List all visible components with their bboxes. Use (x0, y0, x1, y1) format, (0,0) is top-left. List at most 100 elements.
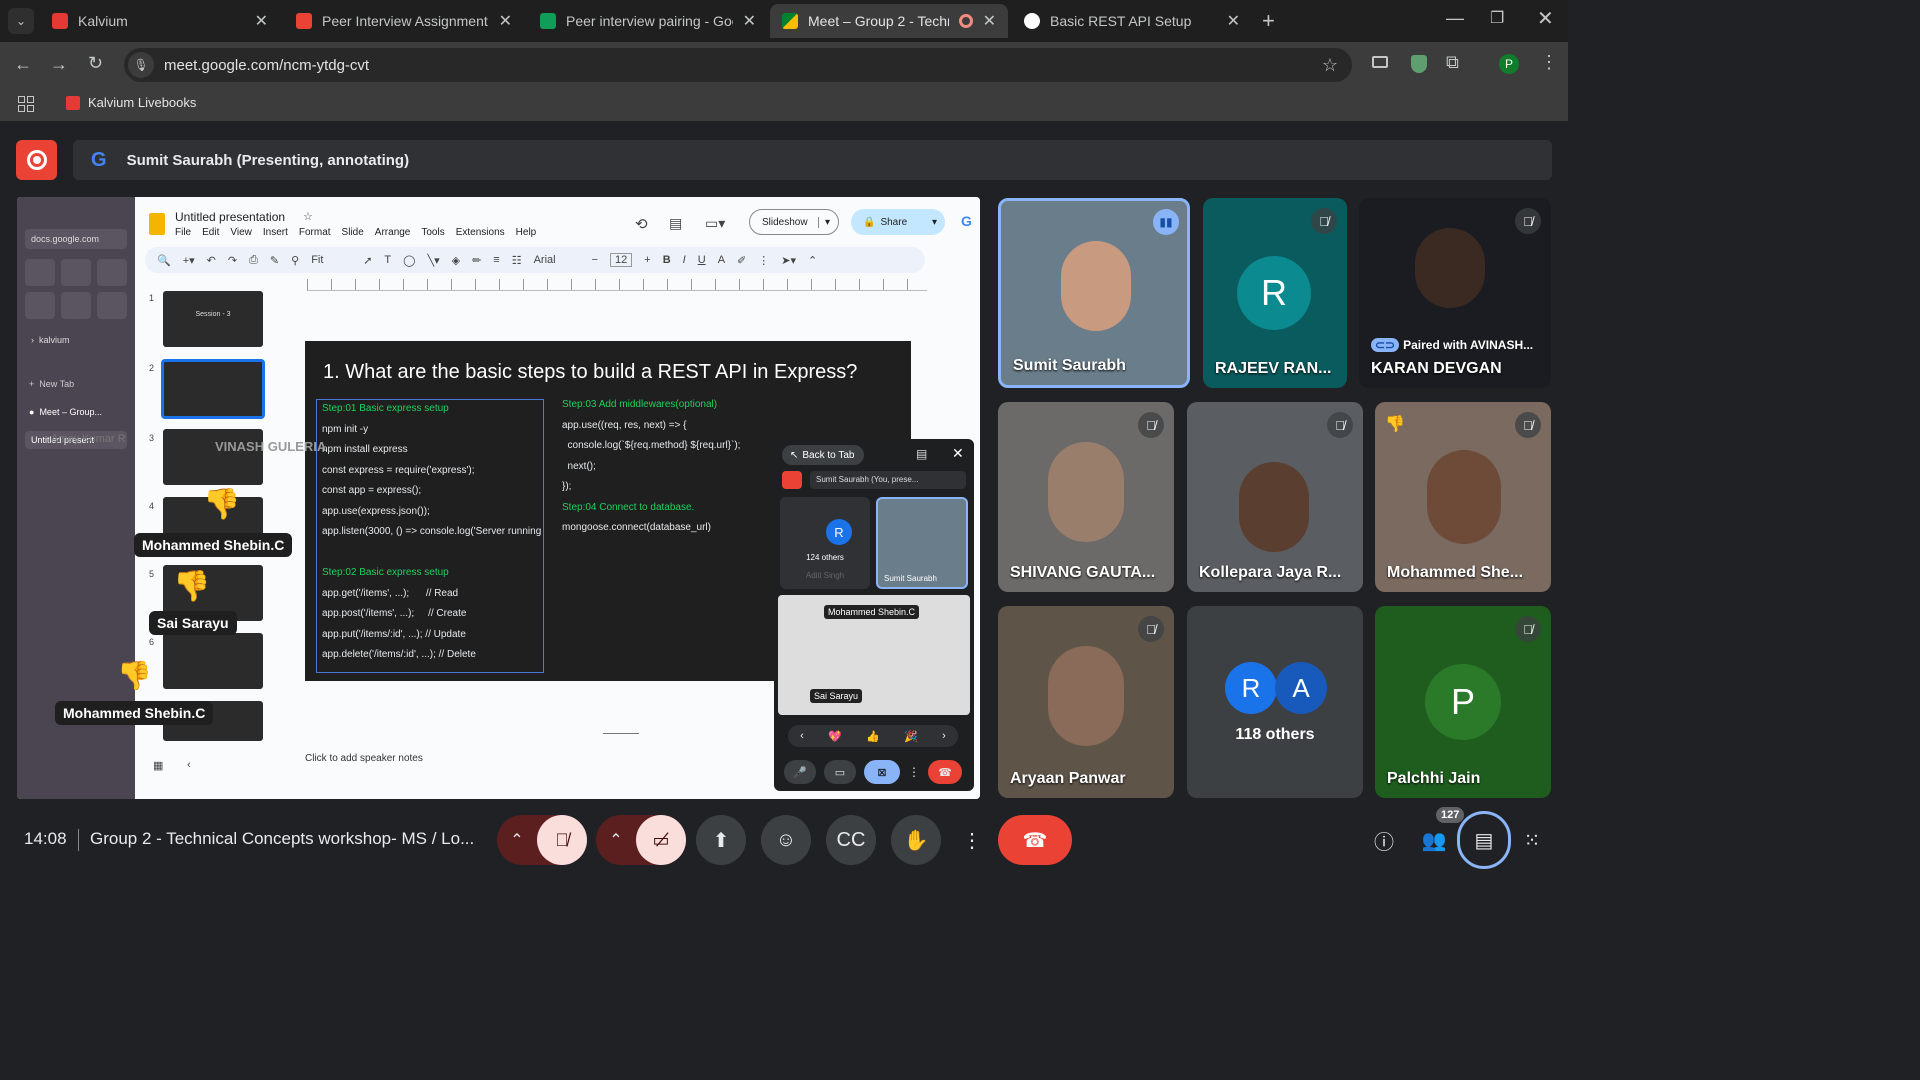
back-icon[interactable]: ← (14, 54, 32, 75)
comment-icon[interactable]: ▤ (669, 215, 682, 232)
italic-icon[interactable]: I (683, 254, 686, 266)
url-text[interactable]: meet.google.com/ncm-ytdg-cvt (164, 57, 369, 74)
tab-peer-interview-pairing[interactable]: Peer interview pairing - Google ✕ (528, 4, 768, 38)
tab-search-chevron-icon[interactable]: ⌄ (8, 8, 34, 34)
undo-icon[interactable]: ↶ (207, 254, 216, 267)
border-dash-icon[interactable]: ☷ (512, 254, 522, 267)
close-icon[interactable]: ✕ (1227, 11, 1240, 31)
cast-icon[interactable] (1372, 56, 1388, 68)
redo-icon[interactable]: ↷ (228, 254, 237, 267)
raise-hand-button[interactable]: ✋ (891, 815, 941, 865)
shield-icon[interactable] (1411, 55, 1427, 73)
menu-edit[interactable]: Edit (202, 227, 219, 238)
slideshow-button[interactable]: Slideshow ▾ (749, 209, 839, 235)
bookmark-star-icon[interactable]: ☆ (1322, 55, 1338, 76)
history-icon[interactable]: ⟲ (635, 215, 648, 233)
font-select[interactable]: Arial (534, 254, 580, 266)
menu-view[interactable]: View (230, 227, 252, 238)
border-weight-icon[interactable]: ≡ (493, 254, 499, 266)
thumbs-up-icon[interactable]: 👍 (866, 730, 880, 743)
close-icon[interactable]: ✕ (499, 11, 512, 31)
participant-tile[interactable]: R 🎙̸ RAJEEV RAN... (1203, 198, 1347, 388)
tab-peer-interview-assignment[interactable]: Peer Interview Assignment - Tec ✕ (284, 4, 524, 38)
back-to-tab-button[interactable]: ↖ Back to Tab (782, 445, 864, 465)
participant-tile[interactable]: P 🎙̸ Palchhi Jain (1375, 606, 1551, 798)
chat-icon[interactable]: ▤ (916, 447, 927, 461)
menu-slide[interactable]: Slide (342, 227, 364, 238)
forward-icon[interactable]: → (50, 54, 68, 75)
participant-tile[interactable]: 🎙̸ ⊂⊃ Paired with AVINASH... KARAN DEVGAN (1359, 198, 1551, 388)
reload-icon[interactable]: ↻ (88, 53, 103, 74)
paint-format-icon[interactable]: ✎ (270, 254, 279, 267)
tab-kalvium[interactable]: Kalvium ✕ (40, 4, 280, 38)
add-icon[interactable]: +▾ (183, 254, 195, 267)
more-options-button[interactable]: ⋮ (956, 815, 988, 865)
hangup-icon[interactable]: ☎ (928, 760, 962, 784)
participant-tile[interactable]: ▮▮ Sumit Saurabh (998, 198, 1190, 388)
doc-title[interactable]: Untitled presentation (175, 210, 285, 224)
chat-button[interactable]: ▤ (1457, 811, 1511, 869)
new-tab-icon[interactable]: + (1262, 8, 1275, 34)
close-icon[interactable]: ✕ (983, 11, 996, 31)
collapse-icon[interactable]: ⌃ (808, 254, 817, 267)
heart-icon[interactable]: 💖 (828, 730, 842, 743)
present-screen-button[interactable]: ⬆ (696, 815, 746, 865)
minimize-icon[interactable]: — (1446, 8, 1464, 29)
border-color-icon[interactable]: ✏ (472, 254, 481, 267)
textbox-icon[interactable]: T (384, 254, 391, 266)
more-vert-icon[interactable]: ⋮ (1540, 52, 1558, 73)
menu-extensions[interactable]: Extensions (456, 227, 505, 238)
captions-button[interactable]: CC (826, 815, 876, 865)
thumbnail-1[interactable]: Session - 3 (163, 291, 263, 347)
address-bar[interactable]: 🎙 meet.google.com/ncm-ytdg-cvt ☆ (124, 48, 1352, 82)
info-icon[interactable]: ⓘ (1366, 815, 1402, 865)
menu-format[interactable]: Format (299, 227, 331, 238)
others-tile[interactable]: R A 118 others (1187, 606, 1363, 798)
menu-tools[interactable]: Tools (421, 227, 444, 238)
zoom-icon[interactable]: ⚲ (291, 254, 299, 267)
apps-grid-icon[interactable] (18, 96, 34, 112)
restore-icon[interactable]: ❐ (1490, 8, 1504, 28)
inner-tab-meet[interactable]: ● Meet – Group... (29, 407, 102, 417)
camera-off-button[interactable]: ▭̸ (636, 815, 686, 865)
mic-off-button[interactable]: 🎙̸ (537, 815, 587, 865)
extensions-icon[interactable]: ⧉ (1446, 52, 1459, 73)
underline-icon[interactable]: U (698, 254, 706, 266)
emoji-button[interactable]: ☺ (761, 815, 811, 865)
bookmark-kalvium-livebooks[interactable]: Kalvium Livebooks (66, 95, 196, 110)
chevron-right-icon[interactable]: › (942, 730, 946, 742)
window-close-icon[interactable]: ✕ (1537, 6, 1554, 31)
close-icon[interactable]: ✕ (952, 445, 964, 462)
activities-icon[interactable]: ⁙ (1514, 815, 1550, 865)
video-icon[interactable]: ▭▾ (705, 215, 725, 232)
grid-view-icon[interactable]: ▦ (153, 759, 163, 772)
camera-icon[interactable]: ▭ (824, 760, 856, 784)
tab-basic-rest-api[interactable]: Basic REST API Setup ✕ (1012, 4, 1252, 38)
speaker-notes[interactable]: Click to add speaker notes (305, 753, 423, 764)
menu-file[interactable]: File (175, 227, 191, 238)
fill-color-icon[interactable]: ◈ (452, 254, 460, 267)
thumbnail-3[interactable] (163, 429, 263, 485)
present-icon[interactable]: ⊠ (864, 760, 900, 784)
line-icon[interactable]: ╲▾ (427, 254, 439, 267)
menu-insert[interactable]: Insert (263, 227, 288, 238)
close-icon[interactable]: ✕ (743, 11, 756, 31)
participant-tile[interactable]: 🎙̸ Aryaan Panwar (998, 606, 1174, 798)
font-size-input[interactable]: 12 (610, 253, 633, 267)
shape-icon[interactable]: ◯ (403, 254, 415, 267)
participant-tile[interactable]: 🎙̸ Kollepara Jaya R... (1187, 402, 1363, 592)
collapse-filmstrip-icon[interactable]: ‹ (187, 759, 191, 771)
zoom-select[interactable]: Fit (311, 254, 351, 266)
print-icon[interactable]: ⎙ (249, 254, 258, 267)
pointer-icon[interactable]: ➤▾ (781, 254, 796, 267)
close-icon[interactable]: ✕ (255, 11, 268, 31)
highlight-icon[interactable]: ✐ (737, 254, 746, 267)
profile-avatar[interactable]: P (1499, 54, 1519, 74)
inner-folder-kalvium[interactable]: › kalvium (31, 335, 70, 345)
thumbnail-2-selected[interactable] (161, 359, 265, 419)
more-vert-icon[interactable]: ⋮ (908, 765, 920, 779)
increase-size-icon[interactable]: + (644, 254, 650, 266)
chevron-up-icon[interactable]: ⌃ (497, 830, 537, 850)
chevron-left-icon[interactable]: ‹ (800, 730, 804, 742)
inner-new-tab[interactable]: + New Tab (29, 379, 74, 389)
